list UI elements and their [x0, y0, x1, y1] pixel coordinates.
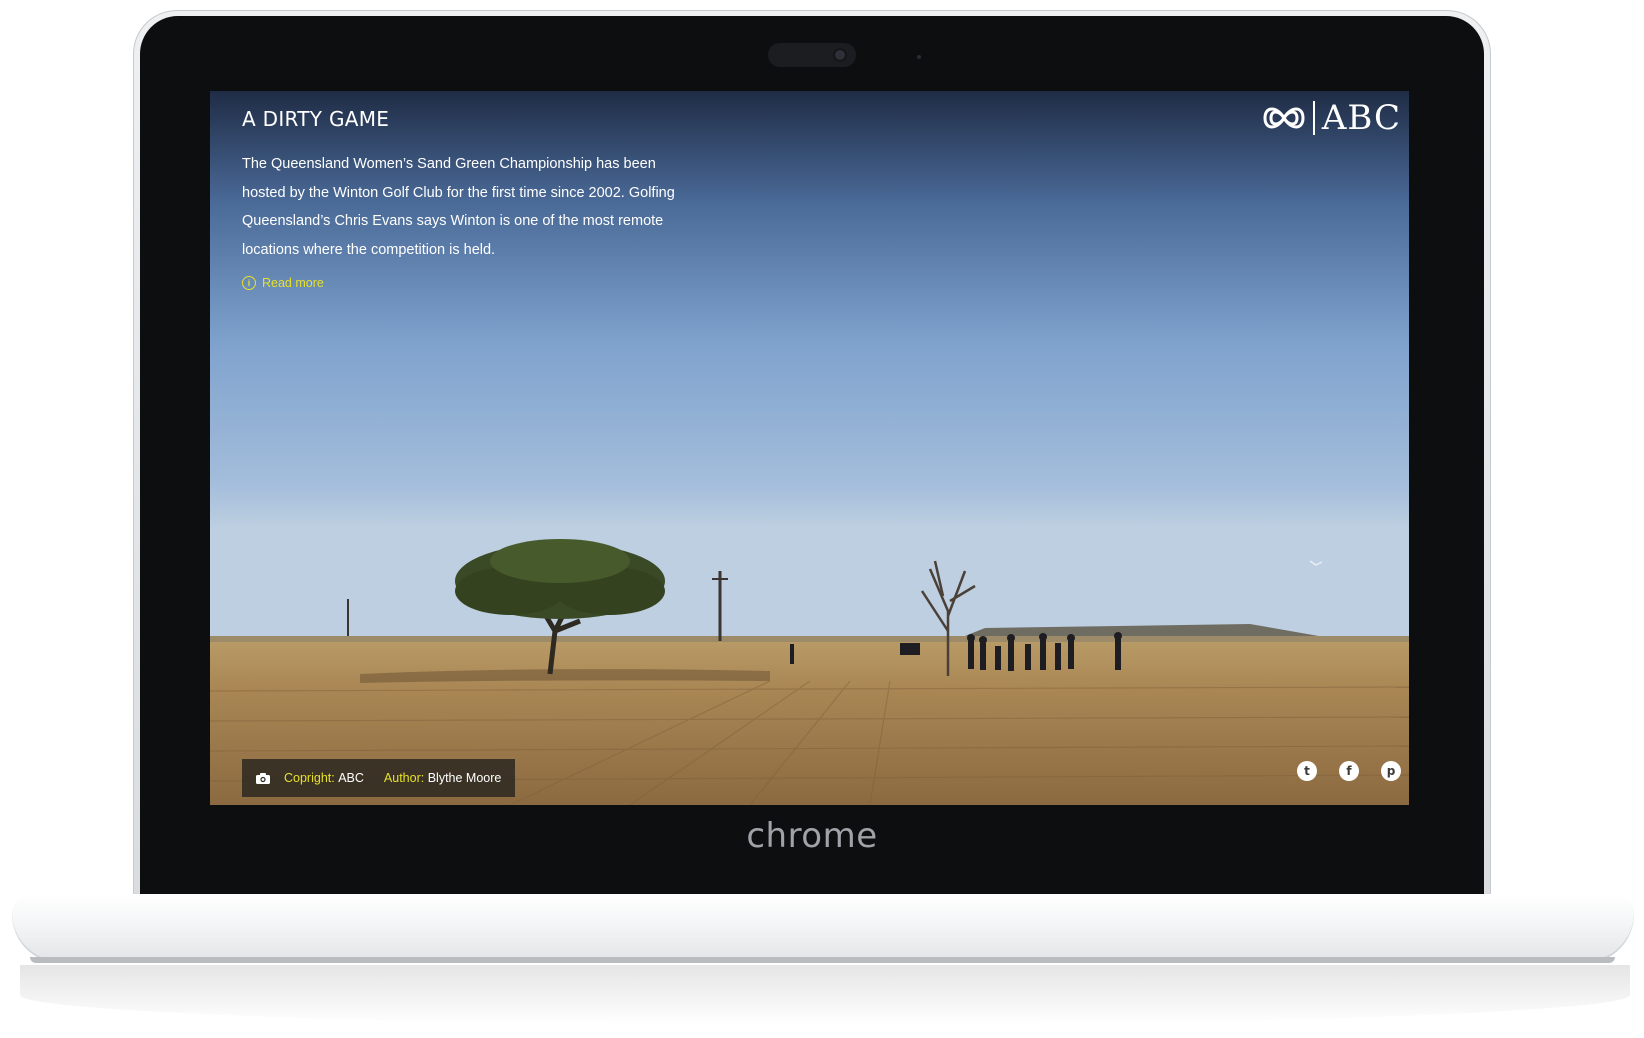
abc-lissajous-icon [1263, 107, 1305, 129]
photo-credit: Copright: ABC Author: Blythe Moore [242, 759, 516, 797]
webcam-lens [835, 50, 845, 60]
webcam-indicator [917, 55, 921, 59]
logo-divider [1312, 101, 1315, 135]
pinterest-icon[interactable]: p [1381, 761, 1401, 781]
twitter-icon[interactable]: t [1297, 761, 1317, 781]
share-buttons: t f p [1297, 761, 1401, 781]
read-more-link[interactable]: i Read more [242, 276, 324, 290]
abc-logo[interactable]: ABC [1261, 101, 1401, 135]
device-brand-label: chrome [746, 816, 878, 856]
copyright-value: ABC [338, 771, 364, 785]
author-label: Author: [383, 771, 425, 785]
story-description: The Queensland Women’s Sand Green Champi… [242, 156, 675, 258]
copyright-label: Copright: [284, 771, 335, 785]
author-value: Blythe Moore [427, 771, 502, 785]
facebook-icon[interactable]: f [1339, 761, 1359, 781]
camera-icon [256, 772, 270, 784]
laptop-base [12, 894, 1634, 962]
laptop-shadow [20, 965, 1630, 1025]
info-icon: i [242, 276, 256, 290]
laptop-mockup: A DIRTY GAME The Queensland Women’s Sand… [0, 0, 1644, 1038]
abc-wordmark: ABC [1321, 98, 1401, 138]
story-title: A DIRTY GAME [242, 107, 390, 131]
laptop-base-edge [30, 957, 1615, 963]
screen: A DIRTY GAME The Queensland Women’s Sand… [210, 91, 1409, 805]
read-more-label: Read more [262, 276, 324, 290]
